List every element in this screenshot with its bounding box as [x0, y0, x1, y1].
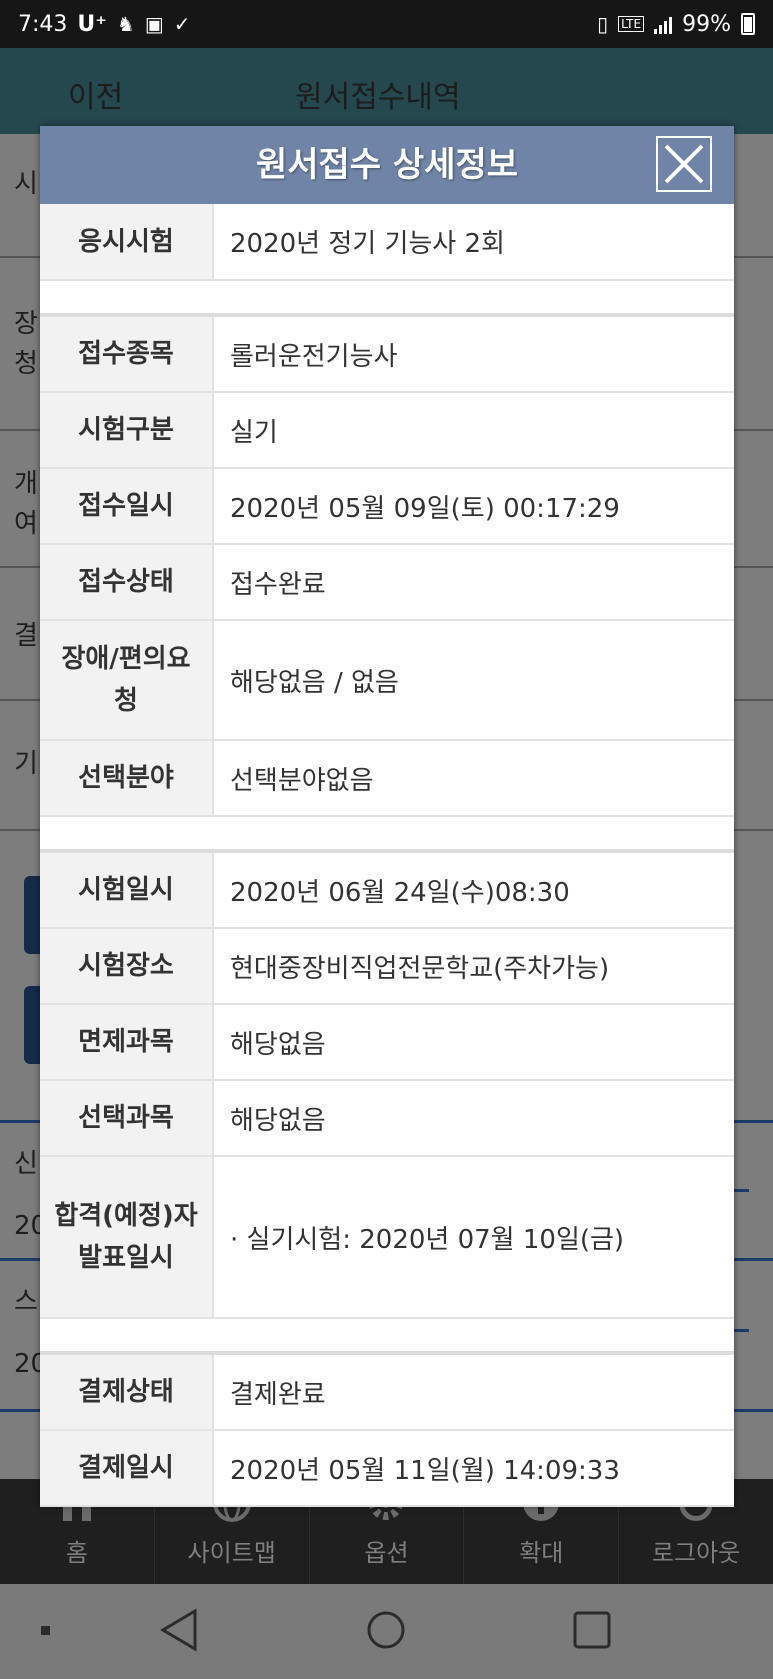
info-row: 접수종목 롤러운전기능사 [40, 317, 734, 393]
bg-label: 결 [14, 621, 38, 651]
back-button[interactable]: 이전 [68, 72, 123, 116]
row-label: 시험일시 [40, 853, 214, 927]
info-row-exam: 응시시험 2020년 정기 기능사 2회 [40, 204, 734, 281]
info-row: 시험일시 2020년 06월 24일(수)08:30 [40, 853, 734, 929]
close-icon [664, 144, 704, 184]
modal-title: 원서접수 상세정보 [255, 145, 519, 185]
row-value: 결제완료 [230, 1379, 326, 1410]
bg-label: 스 [14, 1287, 38, 1317]
info-row: 시험장소 현대중장비직업전문학교(주차가능) [40, 929, 734, 1005]
info-row: 결제일시 2020년 05월 11일(월) 14:09:33 [40, 1431, 734, 1507]
bg-label: 시 [14, 169, 38, 199]
row-value: 해당없음 [230, 1105, 326, 1136]
page-title: 원서접수내역 [295, 80, 461, 115]
info-row: 시험구분 실기 [40, 393, 734, 469]
row-value: 2020년 05월 11일(월) 14:09:33 [230, 1455, 620, 1486]
row-value: 2020년 05월 09일(토) 00:17:29 [230, 493, 620, 524]
row-value: 선택분야없음 [230, 765, 374, 796]
row-value: 해당없음 / 없음 [230, 667, 399, 698]
info-row: 합격(예정)자 발표일시 · 실기시험: 2020년 07월 10일(금) [40, 1157, 734, 1319]
section-divider [40, 1319, 734, 1355]
notification-icon: ♞ [116, 12, 135, 36]
row-value: 현대중장비직업전문학교(주차가능) [230, 953, 610, 984]
info-row: 면제과목 해당없음 [40, 1005, 734, 1081]
row-value: · 실기시험: 2020년 07월 10일(금) [230, 1224, 625, 1255]
row-label: 접수종목 [40, 317, 214, 391]
close-button[interactable] [656, 136, 712, 192]
nav-label: 홈 [65, 1539, 88, 1567]
battery-percent: 99% [682, 11, 731, 37]
info-row: 접수상태 접수완료 [40, 545, 734, 621]
recents-nav-icon[interactable] [573, 1611, 611, 1649]
row-value: 해당없음 [230, 1029, 326, 1060]
row-value: 실기 [230, 417, 278, 448]
app-bar: 이전 원서접수내역 [0, 48, 773, 134]
modal-header: 원서접수 상세정보 [40, 126, 734, 204]
row-label: 접수상태 [40, 545, 214, 619]
vibrate-icon: ▯ [597, 12, 609, 36]
row-label: 결제일시 [40, 1431, 214, 1505]
signal-icon [654, 14, 673, 34]
image-icon: ▣ [144, 12, 164, 36]
dot-icon [41, 1626, 50, 1635]
row-label: 선택과목 [40, 1081, 214, 1155]
row-value: 롤러운전기능사 [230, 341, 398, 372]
row-label: 선택분야 [40, 741, 214, 815]
row-label: 응시시험 [40, 204, 214, 279]
lte-icon: LTE [618, 16, 645, 32]
battery-icon [741, 13, 755, 35]
bg-label: 기 [14, 749, 38, 779]
row-label: 접수일시 [40, 469, 214, 543]
row-label: 결제상태 [40, 1355, 214, 1429]
status-time: 7:43 [18, 11, 68, 37]
nav-label: 로그아웃 [651, 1539, 741, 1567]
info-row: 장애/편의요청 해당없음 / 없음 [40, 621, 734, 741]
row-label: 합격(예정)자 발표일시 [40, 1157, 214, 1317]
info-row: 선택과목 해당없음 [40, 1081, 734, 1157]
detail-modal: 원서접수 상세정보 응시시험 2020년 정기 기능사 2회 접수종목 롤러운전… [40, 126, 734, 1507]
row-label: 장애/편의요청 [40, 621, 214, 739]
system-nav-bar [0, 1584, 773, 1675]
status-bar: 7:43 U⁺ ♞ ▣ ✓ ▯ LTE 99% [0, 0, 773, 48]
home-nav-icon[interactable] [367, 1611, 405, 1649]
info-row: 결제상태 결제완료 [40, 1355, 734, 1431]
row-label: 시험구분 [40, 393, 214, 467]
app-notification-icon: ✓ [173, 12, 191, 36]
back-nav-icon[interactable] [160, 1608, 197, 1652]
info-row: 접수일시 2020년 05월 09일(토) 00:17:29 [40, 469, 734, 545]
section-divider [40, 281, 734, 317]
row-value: 2020년 정기 기능사 2회 [230, 229, 505, 259]
row-label: 시험장소 [40, 929, 214, 1003]
carrier-label: U⁺ [77, 11, 107, 37]
row-value: 2020년 06월 24일(수)08:30 [230, 877, 570, 908]
nav-label: 사이트맵 [187, 1539, 276, 1567]
nav-label: 확대 [519, 1539, 564, 1567]
info-row: 선택분야 선택분야없음 [40, 741, 734, 817]
section-divider [40, 817, 734, 853]
nav-label: 옵션 [364, 1539, 409, 1567]
bg-label: 신 [14, 1149, 38, 1179]
row-label: 면제과목 [40, 1005, 214, 1079]
row-value: 접수완료 [230, 569, 326, 600]
